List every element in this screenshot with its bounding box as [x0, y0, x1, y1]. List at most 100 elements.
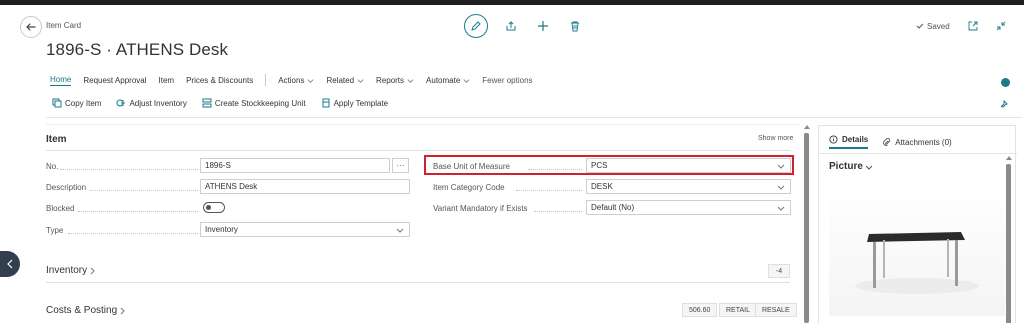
menu-request-approval[interactable]: Request Approval	[83, 76, 146, 85]
copy-item-label: Copy Item	[65, 98, 102, 108]
menu-related-label: Related	[326, 75, 355, 85]
chevron-down-icon	[777, 164, 785, 169]
variant-mandatory-label: Variant Mandatory if Exists	[433, 204, 528, 213]
copy-item-button[interactable]: Copy Item	[52, 98, 101, 108]
base-uom-value: PCS	[591, 161, 608, 170]
blocked-leader	[78, 211, 198, 212]
saved-status: Saved	[916, 22, 950, 31]
picture-header[interactable]: Picture	[829, 161, 873, 172]
edit-button[interactable]	[464, 14, 488, 38]
section-underline	[46, 282, 790, 283]
chevron-down-icon	[777, 206, 785, 211]
info-icon[interactable]	[1001, 78, 1010, 87]
plus-icon	[538, 21, 548, 31]
saved-label: Saved	[927, 21, 950, 31]
vat-group-badge: RESALE	[755, 303, 797, 317]
scroll-thumb[interactable]	[804, 133, 809, 323]
variant-mandatory-leader	[534, 211, 582, 212]
share-button[interactable]	[502, 17, 520, 35]
info-circle-icon	[829, 135, 838, 144]
tab-attachments-label: Attachments (0)	[895, 137, 952, 147]
item-category-select[interactable]: DESK	[586, 179, 791, 194]
chevron-right-icon	[120, 307, 125, 314]
template-icon	[322, 98, 330, 108]
base-uom-select[interactable]: PCS	[586, 158, 791, 173]
apply-template-label: Apply Template	[333, 98, 389, 108]
fasttab-costs-posting[interactable]: Costs & Posting	[46, 305, 126, 316]
promoted-actions: Copy Item Adjust Inventory Create Stockk…	[52, 98, 403, 108]
breadcrumb: Item Card	[46, 21, 82, 30]
unit-cost-badge: 506.60	[682, 303, 718, 317]
new-button[interactable]	[534, 17, 552, 35]
posting-group-badge: RETAIL	[719, 303, 757, 317]
fasttab-inventory[interactable]: Inventory	[46, 265, 96, 276]
menu-automate-label: Automate	[426, 75, 461, 85]
stack-icon	[202, 98, 212, 108]
no-leader	[60, 169, 198, 170]
inventory-value-badge: -4	[768, 264, 790, 278]
menu-reports-label: Reports	[376, 75, 405, 85]
item-card-page: Item Card 1896-S · ATHENS Desk Saved Hom…	[6, 5, 1022, 323]
share-icon	[506, 21, 516, 31]
chevron-down-icon	[777, 185, 785, 190]
chevron-down-icon	[308, 78, 314, 83]
create-sku-button[interactable]: Create Stockkeeping Unit	[202, 98, 306, 108]
base-uom-leader	[528, 169, 582, 170]
open-new-window-icon[interactable]	[968, 21, 978, 31]
content-scrollbar[interactable]	[804, 125, 810, 323]
chevron-down-icon	[407, 78, 414, 83]
back-button[interactable]	[20, 16, 42, 38]
page-title: 1896-S · ATHENS Desk	[46, 40, 229, 59]
show-more-link[interactable]: Show more	[758, 135, 793, 142]
header-divider	[46, 117, 1022, 118]
type-select[interactable]: Inventory	[200, 222, 410, 237]
adjust-icon	[116, 99, 126, 107]
blocked-toggle[interactable]	[203, 202, 225, 213]
description-input[interactable]: ATHENS Desk	[200, 179, 410, 194]
apply-template-button[interactable]: Apply Template	[321, 98, 389, 108]
chevron-right-icon	[90, 267, 95, 274]
status-area: Saved	[916, 21, 1006, 31]
fasttab-costs-title: Costs & Posting	[46, 305, 118, 316]
menu-actions-label: Actions	[278, 75, 305, 85]
arrow-left-icon	[26, 23, 36, 31]
tab-attachments[interactable]: Attachments (0)	[882, 137, 952, 147]
no-lookup-button[interactable]: ···	[392, 158, 409, 173]
base-uom-label: Base Unit of Measure	[433, 162, 510, 171]
item-category-leader	[516, 190, 582, 191]
chevron-down-icon	[463, 78, 470, 83]
menu-automate[interactable]: Automate	[426, 76, 470, 85]
factbox-pane: Details Attachments (0) Picture	[818, 125, 1017, 323]
collapse-icon[interactable]	[996, 21, 1006, 31]
fewer-options-button[interactable]: Fewer options	[482, 76, 532, 85]
factbox-divider	[819, 153, 1017, 154]
menu-prices-discounts[interactable]: Prices & Discounts	[186, 76, 253, 85]
item-category-value: DESK	[591, 182, 613, 191]
factbox-scrollbar[interactable]	[1006, 156, 1012, 323]
no-input[interactable]: 1896-S	[200, 158, 390, 173]
desk-image	[855, 232, 979, 294]
menu-home[interactable]: Home	[50, 75, 72, 86]
variant-mandatory-select[interactable]: Default (No)	[586, 200, 791, 215]
chevron-down-icon	[357, 78, 364, 83]
description-leader	[90, 190, 198, 191]
checkmark-icon	[916, 23, 924, 29]
menu-item[interactable]: Item	[159, 76, 175, 85]
tab-details[interactable]: Details	[829, 135, 869, 149]
item-picture[interactable]	[829, 186, 1005, 316]
section-item-title[interactable]: Item	[46, 134, 67, 145]
scroll-up-arrow[interactable]	[804, 125, 810, 129]
menu-actions[interactable]: Actions	[278, 76, 314, 85]
scroll-thumb[interactable]	[1006, 164, 1011, 323]
paperclip-icon	[883, 137, 891, 146]
menu-related[interactable]: Related	[326, 76, 364, 85]
adjust-inventory-button[interactable]: Adjust Inventory	[116, 98, 187, 108]
chevron-down-icon	[396, 228, 404, 233]
copy-icon	[52, 98, 62, 108]
chevron-left-icon	[7, 259, 13, 269]
personalize-icon[interactable]	[999, 99, 1009, 109]
delete-button[interactable]	[566, 17, 584, 35]
menu-separator	[265, 74, 267, 86]
scroll-up-arrow[interactable]	[1006, 156, 1012, 160]
menu-reports[interactable]: Reports	[376, 76, 414, 85]
